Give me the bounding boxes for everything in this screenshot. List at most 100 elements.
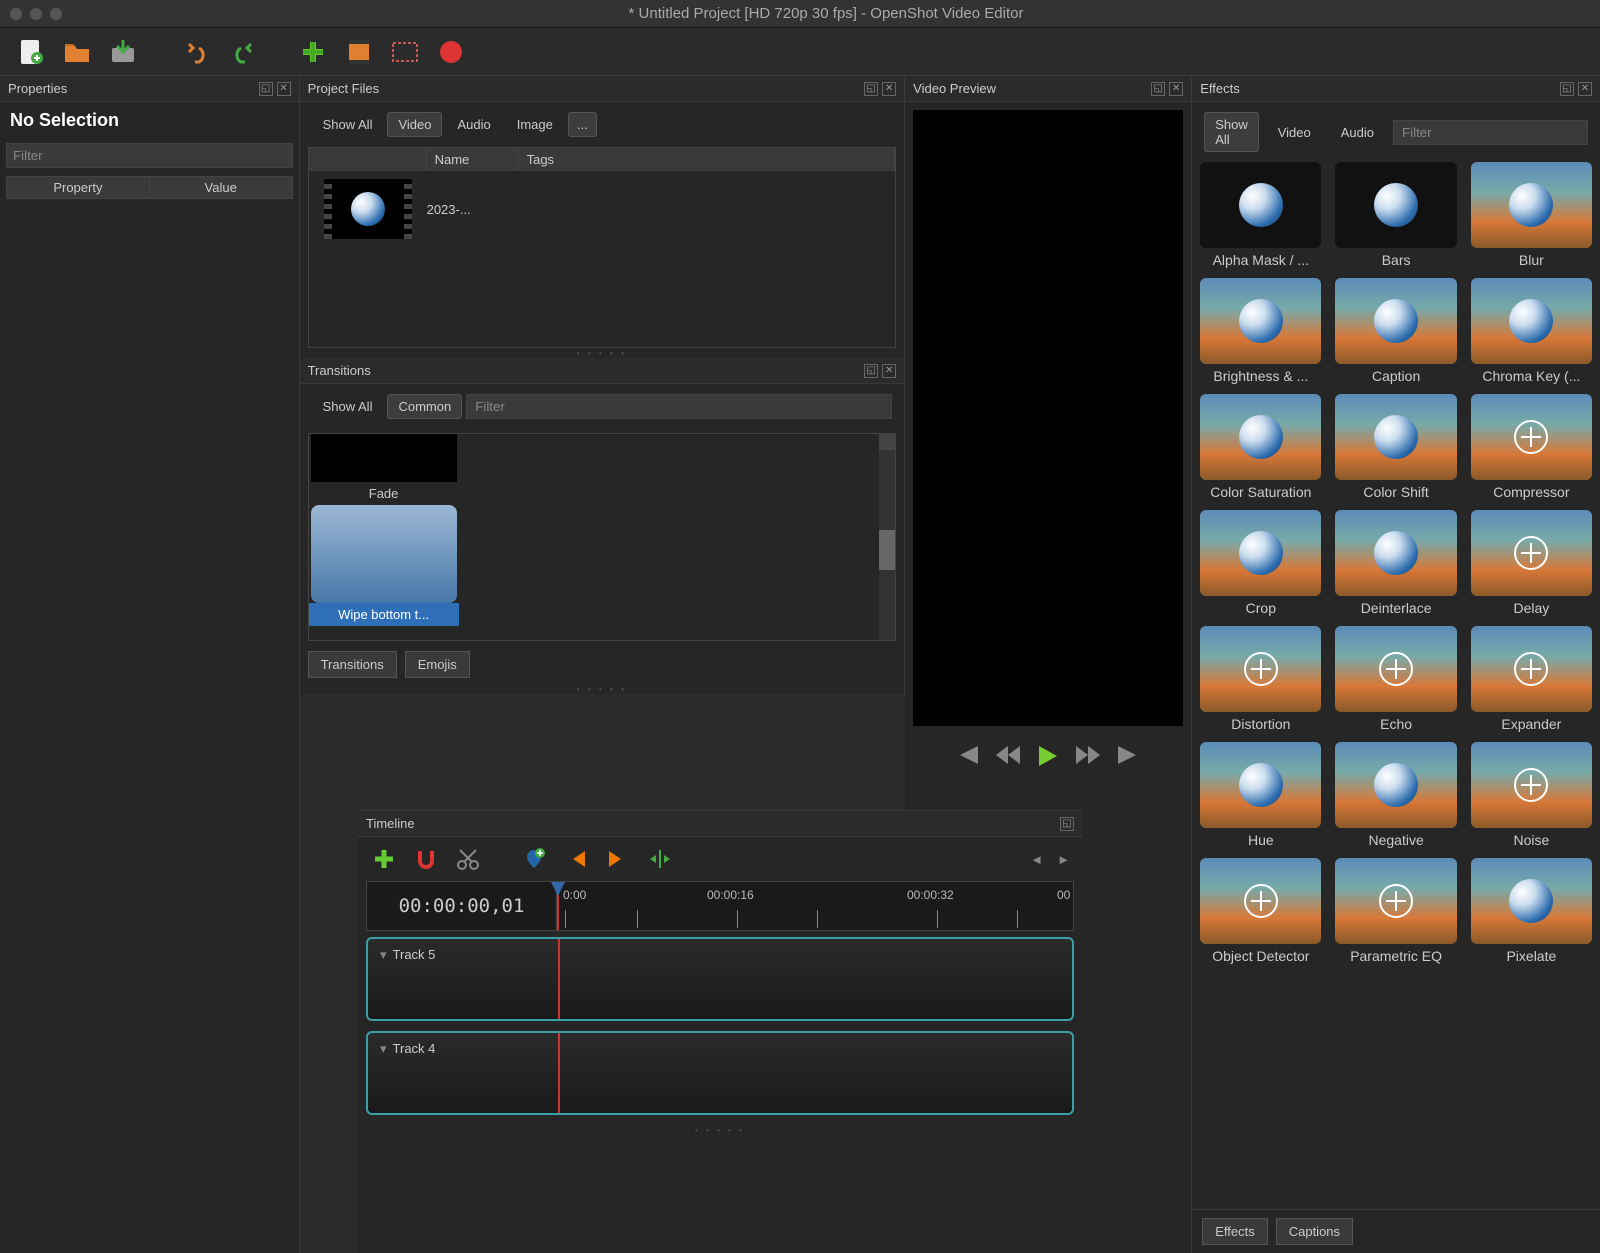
jump-start-icon[interactable] — [954, 744, 980, 768]
timeline-track[interactable]: ▾Track 4 — [366, 1031, 1074, 1115]
dock-icon[interactable]: ◱ — [1060, 817, 1074, 831]
close-panel-icon[interactable]: ✕ — [882, 364, 896, 378]
tab-more[interactable]: ... — [568, 112, 597, 137]
scrollbar[interactable] — [879, 434, 895, 640]
dock-icon[interactable]: ◱ — [864, 82, 878, 96]
jump-end-icon[interactable] — [1116, 744, 1142, 768]
close-panel-icon[interactable]: ✕ — [277, 82, 291, 96]
fast-forward-icon[interactable] — [1074, 744, 1102, 768]
effect-item[interactable]: Expander — [1471, 626, 1592, 732]
effect-item[interactable]: Chroma Key (... — [1471, 278, 1592, 384]
effect-item[interactable]: Negative — [1335, 742, 1456, 848]
effect-item[interactable]: Compressor — [1471, 394, 1592, 500]
effect-thumbnail — [1200, 858, 1321, 944]
collapse-track-icon[interactable]: ▾ — [380, 1041, 387, 1057]
effect-label: Noise — [1471, 828, 1592, 848]
tab-audio[interactable]: Audio — [446, 112, 501, 137]
undo-icon[interactable] — [179, 36, 211, 68]
effect-item[interactable]: Blur — [1471, 162, 1592, 268]
add-marker-icon[interactable] — [520, 845, 548, 873]
tab-effects-btn[interactable]: Effects — [1202, 1218, 1268, 1245]
zoom-window[interactable] — [50, 8, 62, 20]
effect-label: Distortion — [1200, 712, 1321, 732]
effect-item[interactable]: Hue — [1200, 742, 1321, 848]
file-row[interactable]: 2023-... — [309, 171, 896, 247]
ruler-mark: 00:00:32 — [907, 888, 954, 902]
transitions-panel: Transitions ◱ ✕ Show All Common Fade — [300, 358, 906, 694]
export-video-icon[interactable] — [435, 36, 467, 68]
dock-icon[interactable]: ◱ — [864, 364, 878, 378]
redo-icon[interactable] — [225, 36, 257, 68]
new-project-icon[interactable] — [15, 36, 47, 68]
dock-icon[interactable]: ◱ — [259, 82, 273, 96]
effect-item[interactable]: Alpha Mask / ... — [1200, 162, 1321, 268]
open-project-icon[interactable] — [61, 36, 93, 68]
effect-item[interactable]: Crop — [1200, 510, 1321, 616]
chevron-right-icon[interactable]: ► — [1057, 852, 1070, 867]
properties-title: Properties — [8, 81, 67, 96]
panel-resize-handle[interactable]: • • • • • — [300, 684, 905, 694]
transitions-title: Transitions — [308, 363, 371, 378]
effect-item[interactable]: Delay — [1471, 510, 1592, 616]
effect-item[interactable]: Distortion — [1200, 626, 1321, 732]
transitions-filter-input[interactable] — [466, 394, 892, 419]
effect-item[interactable]: Pixelate — [1471, 858, 1592, 964]
add-track-icon[interactable] — [370, 845, 398, 873]
fx-tab-all[interactable]: Show All — [1204, 112, 1259, 152]
tab-transitions[interactable]: Transitions — [308, 651, 397, 678]
choose-profile-icon[interactable] — [343, 36, 375, 68]
dock-icon[interactable]: ◱ — [1151, 82, 1165, 96]
prev-marker-icon[interactable] — [562, 845, 590, 873]
fullscreen-icon[interactable] — [389, 36, 421, 68]
effect-item[interactable]: Parametric EQ — [1335, 858, 1456, 964]
effect-item[interactable]: Bars — [1335, 162, 1456, 268]
timeline-ruler[interactable]: 00:00:00,01 0:00 00:00:16 00:00:32 00 — [366, 881, 1074, 931]
tab-video[interactable]: Video — [387, 112, 442, 137]
preview-viewport[interactable] — [913, 110, 1183, 726]
center-playhead-icon[interactable] — [646, 845, 674, 873]
playhead[interactable] — [557, 882, 559, 930]
close-panel-icon[interactable]: ✕ — [1578, 82, 1592, 96]
timecode-display: 00:00:00,01 — [367, 882, 557, 930]
timeline-track[interactable]: ▾Track 5 — [366, 937, 1074, 1021]
effect-item[interactable]: Color Shift — [1335, 394, 1456, 500]
tab-emojis[interactable]: Emojis — [405, 651, 470, 678]
effect-label: Brightness & ... — [1200, 364, 1321, 384]
play-icon[interactable] — [1036, 744, 1060, 768]
dock-icon[interactable]: ◱ — [1560, 82, 1574, 96]
effect-item[interactable]: Object Detector — [1200, 858, 1321, 964]
close-window[interactable] — [10, 8, 22, 20]
effect-item[interactable]: Echo — [1335, 626, 1456, 732]
ruler-mark: 0:00 — [563, 888, 586, 902]
close-panel-icon[interactable]: ✕ — [882, 82, 896, 96]
tab-captions-btn[interactable]: Captions — [1276, 1218, 1353, 1245]
collapse-track-icon[interactable]: ▾ — [380, 947, 387, 963]
fx-tab-audio[interactable]: Audio — [1330, 120, 1385, 145]
minimize-window[interactable] — [30, 8, 42, 20]
chevron-left-icon[interactable]: ◄ — [1030, 852, 1043, 867]
close-panel-icon[interactable]: ✕ — [1169, 82, 1183, 96]
effect-label: Expander — [1471, 712, 1592, 732]
rewind-icon[interactable] — [994, 744, 1022, 768]
tab-show-all[interactable]: Show All — [312, 112, 384, 137]
save-project-icon[interactable] — [107, 36, 139, 68]
transition-item-wipe[interactable]: Wipe bottom t... — [309, 505, 459, 626]
next-marker-icon[interactable] — [604, 845, 632, 873]
effect-item[interactable]: Color Saturation — [1200, 394, 1321, 500]
properties-filter-input[interactable] — [6, 143, 293, 168]
panel-resize-handle[interactable]: • • • • • — [358, 1125, 1082, 1135]
transition-item-fade[interactable]: Fade — [309, 434, 459, 505]
fx-tab-video[interactable]: Video — [1267, 120, 1322, 145]
trans-tab-common[interactable]: Common — [387, 394, 462, 419]
effect-item[interactable]: Caption — [1335, 278, 1456, 384]
trans-tab-all[interactable]: Show All — [312, 394, 384, 419]
effects-filter-input[interactable] — [1393, 120, 1588, 145]
panel-resize-handle[interactable]: • • • • • — [300, 348, 905, 358]
effect-item[interactable]: Deinterlace — [1335, 510, 1456, 616]
snap-icon[interactable] — [412, 845, 440, 873]
tab-image[interactable]: Image — [506, 112, 564, 137]
effect-item[interactable]: Noise — [1471, 742, 1592, 848]
razor-icon[interactable] — [454, 845, 482, 873]
import-files-icon[interactable] — [297, 36, 329, 68]
effect-item[interactable]: Brightness & ... — [1200, 278, 1321, 384]
